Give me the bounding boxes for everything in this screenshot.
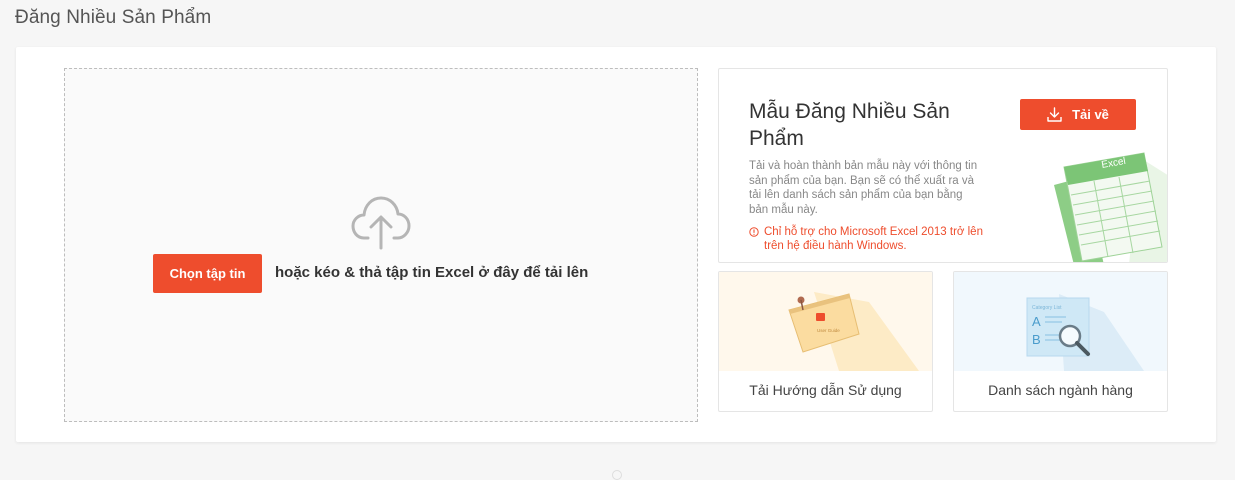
page-title: Đăng Nhiều Sản Phẩm	[15, 7, 212, 28]
info-icon	[749, 227, 759, 237]
drop-hint-text: hoặc kéo & thả tập tin Excel ở đây để tả…	[275, 264, 589, 281]
category-list-tile[interactable]: Category List A B Danh sách ngành hàng	[953, 271, 1168, 412]
download-label: Tải về	[1072, 107, 1109, 122]
category-letter-a: A	[1032, 314, 1041, 329]
bulk-upload-card: Chọn tập tin hoặc kéo & thả tập tin Exce…	[16, 47, 1216, 442]
template-note-text: Chỉ hỗ trợ cho Microsoft Excel 2013 trở …	[764, 226, 983, 252]
template-description: Tải và hoàn thành bản mẫu này với thông …	[749, 160, 978, 216]
user-guide-tile[interactable]: User Guide Tải Hướng dẫn Sử dụng	[718, 271, 933, 412]
template-note: Chỉ hỗ trợ cho Microsoft Excel 2013 trở …	[749, 225, 985, 253]
user-guide-illustration: User Guide	[719, 272, 932, 371]
page-indicator-dot	[612, 470, 622, 480]
excel-sheet-illustration: Excel	[1054, 152, 1167, 262]
download-icon	[1047, 107, 1062, 122]
choose-file-button[interactable]: Chọn tập tin	[153, 254, 262, 293]
user-guide-illustration-text: User Guide	[817, 328, 840, 333]
category-list-illustration-text: Category List	[1032, 305, 1062, 311]
user-guide-label: Tải Hướng dẫn Sử dụng	[749, 382, 902, 398]
template-panel: Mẫu Đăng Nhiều Sản Phẩm Tải về Tải và ho…	[718, 68, 1168, 263]
template-title: Mẫu Đăng Nhiều Sản Phẩm	[749, 100, 950, 150]
file-dropzone[interactable]: Chọn tập tin hoặc kéo & thả tập tin Exce…	[64, 68, 698, 422]
category-list-label: Danh sách ngành hàng	[988, 382, 1133, 398]
cloud-upload-icon	[351, 196, 411, 250]
category-list-illustration: Category List A B	[954, 272, 1167, 371]
download-template-button[interactable]: Tải về	[1020, 99, 1136, 130]
category-letter-b: B	[1032, 332, 1041, 347]
